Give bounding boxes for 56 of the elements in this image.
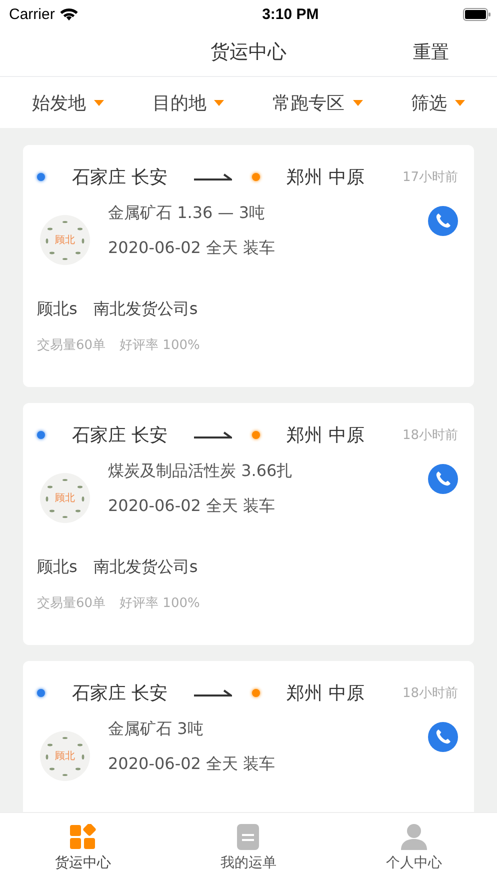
reset-button[interactable]: 重置	[411, 38, 451, 66]
post-time: 17小时前	[402, 169, 458, 186]
origin-dot-icon	[37, 431, 45, 439]
tab-bar-item[interactable]: 个人中心	[354, 813, 474, 883]
caret-icon	[94, 100, 104, 106]
carrier-name: Carrier	[9, 6, 55, 22]
destination-dot-icon	[252, 689, 260, 697]
origin-city: 石家庄 长安	[72, 424, 168, 447]
battery-icon	[462, 8, 491, 20]
caret-icon	[214, 100, 224, 106]
company-stat: 交易量60单	[37, 337, 106, 354]
goods-info: 金属矿石 3吨	[108, 719, 204, 740]
origin-city: 石家庄 长安	[72, 682, 168, 705]
phone-icon[interactable]	[428, 722, 458, 752]
post-time: 18小时前	[402, 685, 458, 702]
filter-dropdown[interactable]: 目的地	[150, 88, 226, 116]
destination-dot-icon	[252, 431, 260, 439]
company-name: 顾北s 南北发货公司s	[37, 557, 199, 578]
post-time: 18小时前	[402, 427, 458, 444]
company-stat: 交易量60单	[37, 595, 106, 612]
goods-info: 金属矿石 1.36 — 3吨	[108, 203, 266, 224]
document-icon	[237, 824, 260, 850]
destination-dot-icon	[252, 173, 260, 181]
loading-date: 2020-06-02 全天 装车	[108, 496, 276, 517]
filter-dropdown[interactable]: 筛选	[408, 88, 467, 116]
caret-icon	[352, 100, 363, 106]
destination-city: 郑州 中原	[286, 166, 364, 189]
origin-dot-icon	[37, 173, 45, 181]
caret-icon	[454, 100, 465, 106]
freight-card[interactable]: 石家庄 长安 郑州 中原 18小时前 顾北 煤炭及制品活性炭 3.66扎 2020-06-02 全天 装车 顾北s 南北发货公司s 交易量60单 好评率 100%	[23, 403, 474, 645]
origin-city: 石家庄 长安	[72, 166, 168, 189]
grid-icon	[70, 824, 96, 850]
filter-dropdown[interactable]: 常跑专区	[270, 88, 365, 116]
tab-bar-item[interactable]: 货运中心	[22, 813, 143, 883]
freight-card[interactable]: 石家庄 长安 郑州 中原 17小时前 顾北 金属矿石 1.36 — 3吨 2020-06-02 全天 装车 顾北s 南北发货公司s 交易量60单 好评率 100%	[23, 145, 474, 387]
company-logo: 顾北	[40, 215, 90, 265]
company-name: 顾北s 南北发货公司s	[37, 299, 199, 320]
loading-date: 2020-06-02 全天 装车	[108, 754, 276, 775]
company-logo: 顾北	[40, 731, 90, 781]
origin-dot-icon	[37, 689, 45, 697]
status-time: 3:10 PM	[262, 6, 319, 22]
destination-city: 郑州 中原	[286, 682, 364, 705]
company-logo: 顾北	[40, 473, 90, 523]
loading-date: 2020-06-02 全天 装车	[108, 238, 276, 259]
company-stat: 好评率 100%	[120, 595, 200, 612]
destination-city: 郑州 中原	[286, 424, 364, 447]
wifi-icon	[60, 8, 78, 20]
page-title: 货运中心	[210, 40, 286, 65]
company-stat: 好评率 100%	[120, 337, 200, 354]
phone-icon[interactable]	[428, 464, 458, 494]
phone-icon[interactable]	[428, 206, 458, 236]
goods-info: 煤炭及制品活性炭 3.66扎	[108, 461, 294, 482]
person-icon	[401, 824, 428, 850]
freight-card[interactable]: 石家庄 长安 郑州 中原 18小时前 顾北 金属矿石 3吨 2020-06-02 全天 装车	[23, 661, 474, 812]
tab-bar-item[interactable]: 我的运单	[188, 813, 308, 883]
filter-dropdown[interactable]: 始发地	[30, 88, 106, 116]
